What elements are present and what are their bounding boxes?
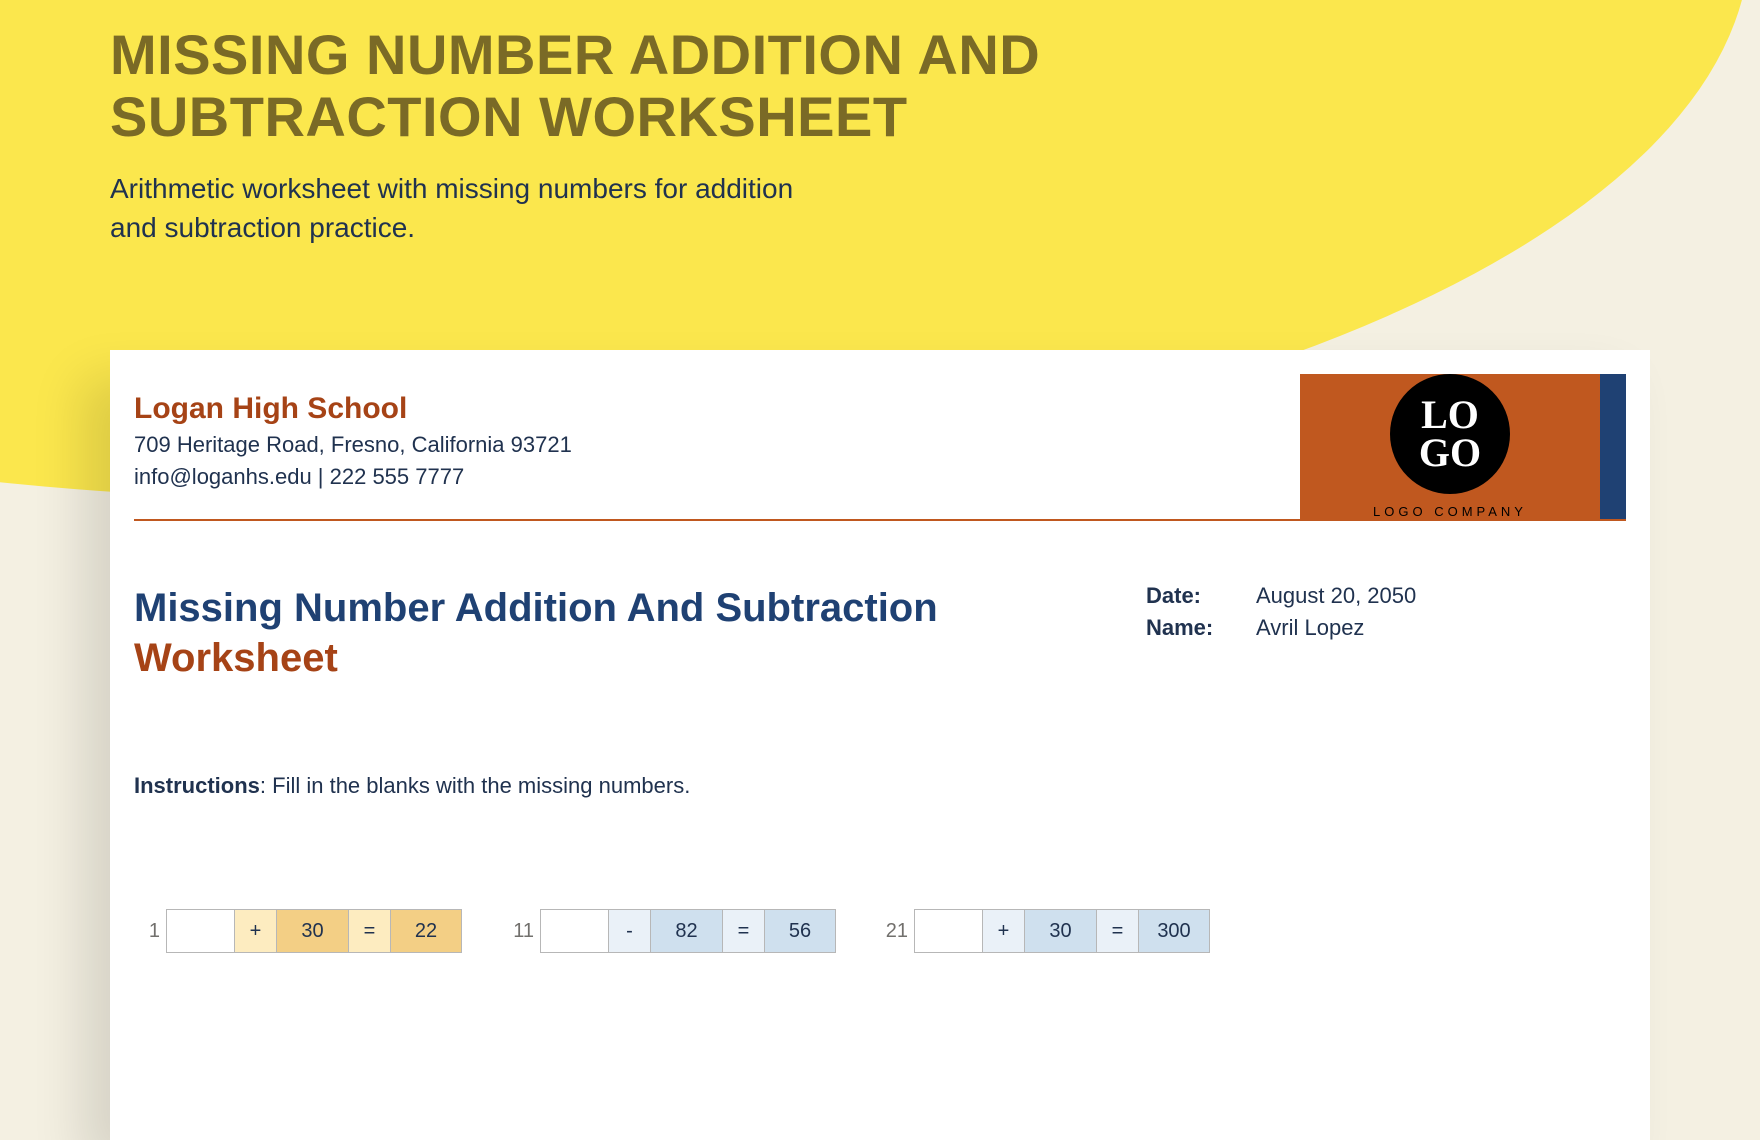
result-cell: 22 [391,910,461,952]
equals-cell: = [723,910,765,952]
meta-name-label: Name: [1146,615,1256,641]
meta-name-value: Avril Lopez [1256,615,1364,641]
meta-block: Date: August 20, 2050 Name: Avril Lopez [1146,583,1626,683]
divider [134,519,1626,521]
problem-grid: +30=22 [166,909,462,953]
logo-company-text: LOGO COMPANY [1373,504,1527,519]
operator-cell: + [235,910,277,952]
worksheet-title-accent: Worksheet [134,636,338,680]
instructions-label: Instructions [134,773,260,798]
operand-cell: 30 [277,910,349,952]
worksheet-title: Missing Number Addition And Subtraction … [134,583,1146,683]
problem: 21 +30=300 [882,909,1210,953]
instructions-text: : Fill in the blanks with the missing nu… [260,773,690,798]
worksheet-title-main: Missing Number Addition And Subtraction [134,586,938,630]
problem: 11 -82=56 [508,909,836,953]
school-address: 709 Heritage Road, Fresno, California 93… [134,432,1300,458]
meta-date-label: Date: [1146,583,1256,609]
headline-block: MISSING NUMBER ADDITION AND SUBTRACTION … [110,24,1070,248]
document-header: Logan High School 709 Heritage Road, Fre… [134,374,1626,519]
equals-cell: = [1097,910,1139,952]
meta-date-value: August 20, 2050 [1256,583,1416,609]
page-subtitle: Arithmetic worksheet with missing number… [110,169,810,247]
blank-input[interactable] [167,910,235,952]
logo-blue-strip [1600,374,1626,519]
logo-circle-icon: LO GO [1390,374,1510,494]
meta-date-row: Date: August 20, 2050 [1146,583,1626,609]
document-frame: Logan High School 709 Heritage Road, Fre… [110,350,1650,1140]
page-title: MISSING NUMBER ADDITION AND SUBTRACTION … [110,24,1070,147]
problem: 1 +30=22 [134,909,462,953]
problem-index: 11 [508,920,534,943]
equals-cell: = [349,910,391,952]
blank-input[interactable] [541,910,609,952]
problems-row: 1+30=2211-82=5621+30=300 [134,909,1626,953]
title-row: Missing Number Addition And Subtraction … [134,583,1626,683]
logo-block: LO GO LOGO COMPANY [1300,374,1626,519]
school-contact: info@loganhs.edu | 222 555 7777 [134,464,1300,490]
school-name: Logan High School [134,392,1300,426]
school-block: Logan High School 709 Heritage Road, Fre… [134,374,1300,519]
logo-orange-panel: LO GO LOGO COMPANY [1300,374,1600,519]
problem-index: 21 [882,920,908,943]
logo-text-top: LO [1421,396,1479,434]
problem-grid: +30=300 [914,909,1210,953]
operator-cell: + [983,910,1025,952]
problem-grid: -82=56 [540,909,836,953]
result-cell: 56 [765,910,835,952]
logo-text-bottom: GO [1419,434,1481,472]
operand-cell: 30 [1025,910,1097,952]
meta-name-row: Name: Avril Lopez [1146,615,1626,641]
blank-input[interactable] [915,910,983,952]
operand-cell: 82 [651,910,723,952]
problem-index: 1 [134,920,160,943]
instructions: Instructions: Fill in the blanks with th… [134,773,1626,799]
result-cell: 300 [1139,910,1209,952]
operator-cell: - [609,910,651,952]
